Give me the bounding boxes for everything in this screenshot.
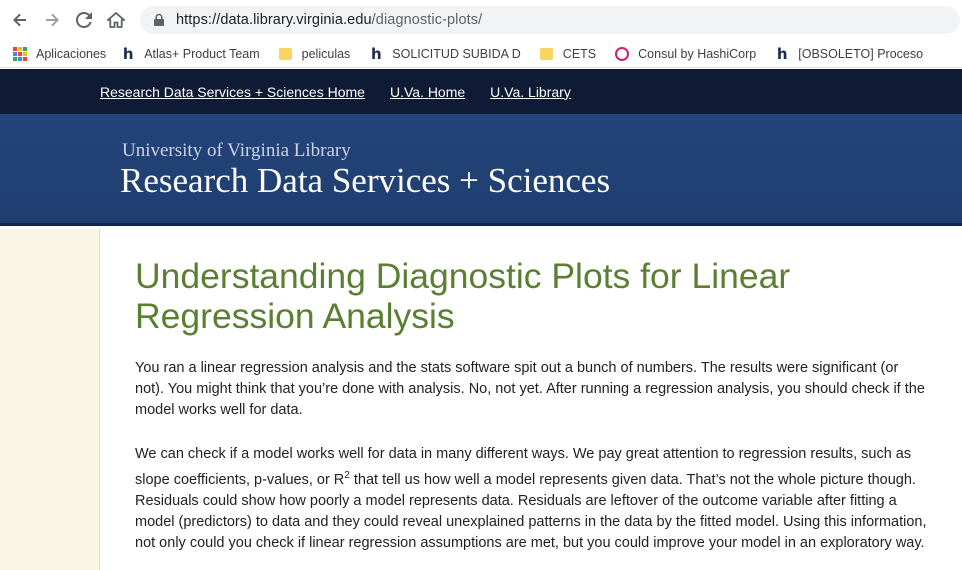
apps-grid-icon xyxy=(12,46,28,62)
bookmark-solicitud[interactable]: h SOLICITUD SUBIDA D xyxy=(368,44,521,63)
bookmark-label: SOLICITUD SUBIDA D xyxy=(392,46,521,61)
bookmark-peliculas[interactable]: peliculas xyxy=(278,46,351,62)
bookmark-obsoleto[interactable]: h [OBSOLETO] Proceso xyxy=(774,44,924,63)
url-host: https://data.library.virginia.edu xyxy=(176,12,372,28)
bookmark-label: peliculas xyxy=(301,46,351,61)
consul-icon xyxy=(614,46,630,62)
browser-toolbar: https://data.library.virginia.edu/diagno… xyxy=(0,0,962,40)
article: Understanding Diagnostic Plots for Linea… xyxy=(135,256,935,551)
home-icon[interactable] xyxy=(102,6,130,34)
url-path: /diagnostic-plots/ xyxy=(371,12,483,28)
nav-link-uva-library[interactable]: U.Va. Library xyxy=(490,84,571,100)
bookmark-label: [OBSOLETO] Proceso xyxy=(798,46,924,61)
article-paragraph-2: We can check if a model works well for d… xyxy=(135,444,930,554)
bookmark-cets[interactable]: CETS xyxy=(539,46,596,62)
h-icon: h xyxy=(776,44,788,63)
h-icon: h xyxy=(122,44,134,63)
site-banner: University of Virginia Library Research … xyxy=(0,114,962,226)
reload-icon[interactable] xyxy=(70,6,98,34)
page-title: Understanding Diagnostic Plots for Linea… xyxy=(135,256,791,336)
forward-arrow-icon[interactable] xyxy=(38,6,66,34)
folder-icon xyxy=(278,46,294,62)
bookmark-atlas[interactable]: h Atlas+ Product Team xyxy=(120,44,260,63)
bookmark-label: Consul by HashiCorp xyxy=(638,46,757,61)
back-arrow-icon[interactable] xyxy=(6,6,34,34)
lock-icon xyxy=(154,13,164,26)
address-bar[interactable]: https://data.library.virginia.edu/diagno… xyxy=(140,6,960,34)
url-text: https://data.library.virginia.edu/diagno… xyxy=(176,12,482,28)
banner-title[interactable]: Research Data Services + Sciences xyxy=(120,161,610,201)
bookmark-apps[interactable]: Aplicaciones xyxy=(12,46,106,62)
bookmark-label: Atlas+ Product Team xyxy=(144,46,260,61)
site-nav: Research Data Services + Sciences Home U… xyxy=(0,69,962,114)
article-paragraph-1: You ran a linear regression analysis and… xyxy=(135,360,925,418)
bookmarks-bar: Aplicaciones h Atlas+ Product Team pelic… xyxy=(0,40,962,68)
bookmark-label: CETS xyxy=(562,46,597,61)
nav-link-rds-home[interactable]: Research Data Services + Sciences Home xyxy=(100,84,365,100)
left-sidebar xyxy=(0,229,100,570)
banner-subtitle[interactable]: University of Virginia Library xyxy=(122,140,351,162)
bookmark-consul[interactable]: Consul by HashiCorp xyxy=(614,46,756,62)
folder-icon xyxy=(539,46,555,62)
nav-link-uva-home[interactable]: U.Va. Home xyxy=(390,84,465,100)
bookmark-label: Aplicaciones xyxy=(36,46,107,61)
h-icon: h xyxy=(370,44,382,63)
